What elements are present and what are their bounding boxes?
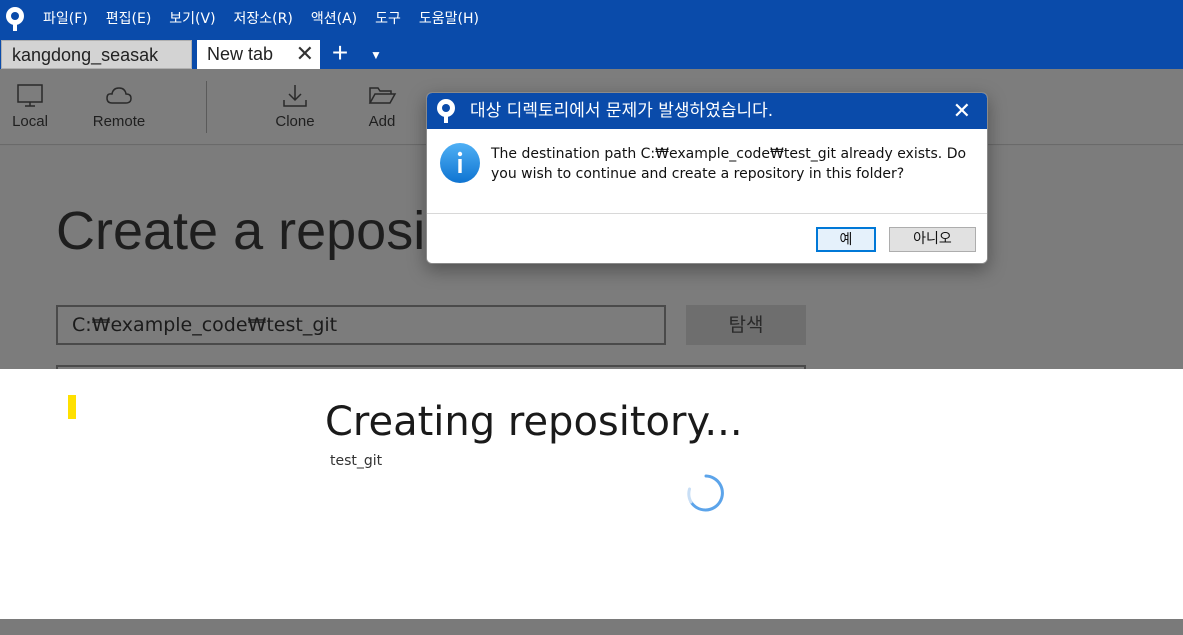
add-button[interactable]: Add [362,69,402,145]
clone-label: Clone [275,113,315,130]
cloud-icon [106,87,132,104]
menu-item-action[interactable]: 액션(A) [302,0,366,38]
dialog-message: The destination path C:₩example_code₩tes… [491,146,967,182]
menu-bar: 파일(F) 편집(E) 보기(V) 저장소(R) 액션(A) 도구 도움말(H) [0,0,1183,38]
browse-button[interactable]: 탐색 [686,305,806,345]
dialog-body: The destination path C:₩example_code₩tes… [427,129,987,213]
tab-bar: kangdong_seasak New tab ✕ + ▼ [0,38,1183,69]
add-label: Add [368,113,396,130]
local-label: Local [12,113,48,130]
highlight-marker [68,395,76,419]
page-title: Create a reposit [56,201,441,261]
yes-button[interactable]: 예 [816,227,876,252]
info-icon [440,143,480,183]
download-icon [283,85,307,107]
toolbar-divider [206,81,207,133]
dialog-footer: 예 아니오 [427,213,987,263]
tab-label: kangdong_seasak [12,45,159,65]
bottom-strip [0,619,1183,635]
menu-item-view[interactable]: 보기(V) [160,0,224,38]
menu-item-file[interactable]: 파일(F) [34,0,97,38]
local-button[interactable]: Local [6,69,54,145]
tab-kangdong-seasak[interactable]: kangdong_seasak [1,40,192,69]
remote-button[interactable]: Remote [88,69,150,145]
monitor-icon [17,84,43,107]
destination-exists-dialog: 대상 디렉토리에서 문제가 발생하였습니다. ✕ The destination… [426,92,988,264]
creating-repository-name: test_git [330,453,383,469]
add-tab-icon[interactable]: + [328,38,352,69]
no-button[interactable]: 아니오 [889,227,976,252]
remote-label: Remote [92,113,146,130]
folder-open-icon [368,87,397,104]
tab-dropdown-icon[interactable]: ▼ [366,38,386,69]
sourcetree-logo-icon [4,6,26,32]
dialog-title: 대상 디렉토리에서 문제가 발생하였습니다. [470,101,774,121]
tab-label: New tab [207,44,274,64]
menu-item-tools[interactable]: 도구 [366,0,410,38]
sourcetree-logo-icon [437,99,455,123]
clone-button[interactable]: Clone [270,69,320,145]
menu-item-help[interactable]: 도움말(H) [410,0,488,38]
close-icon[interactable]: ✕ [953,93,971,129]
tab-close-icon[interactable]: ✕ [296,40,314,68]
menu-item-repository[interactable]: 저장소(R) [225,0,302,38]
dialog-titlebar: 대상 디렉토리에서 문제가 발생하였습니다. ✕ [427,93,987,129]
tab-new-tab[interactable]: New tab ✕ [197,40,320,69]
spinner-icon [687,474,724,512]
creating-title: Creating repository... [325,399,743,445]
menu-item-edit[interactable]: 편집(E) [97,0,161,38]
creating-repository-panel: Creating repository... test_git [0,369,1183,619]
destination-path-input[interactable]: C:₩example_code₩test_git [56,305,666,345]
